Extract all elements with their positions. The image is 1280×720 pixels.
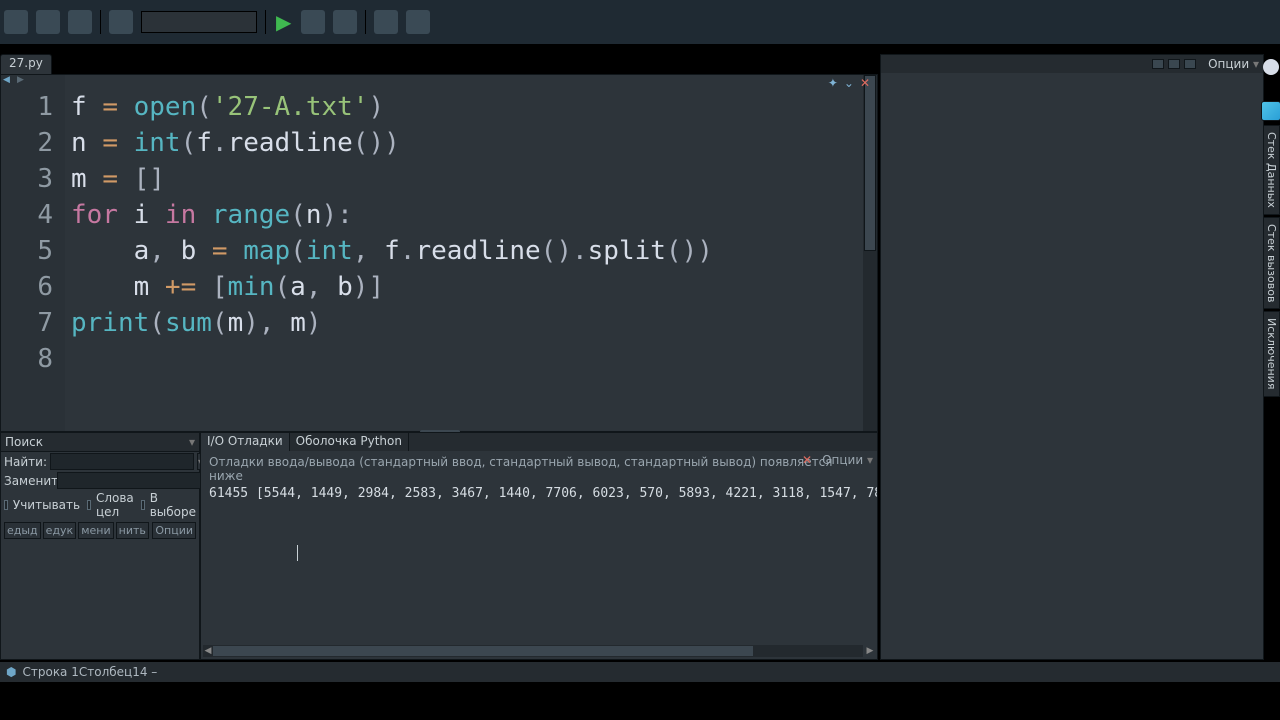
dock-layout-icon[interactable] [1152, 59, 1164, 69]
search-title-dropdown-icon[interactable] [185, 435, 195, 449]
line-number: 5 [1, 233, 65, 269]
tab-python-shell[interactable]: Оболочка Python [290, 433, 409, 451]
words-checkbox[interactable] [87, 500, 91, 510]
search-options-button[interactable]: Опции [152, 522, 196, 539]
tab-nav: ◀ ▶ [3, 74, 27, 86]
search-panel: Поиск Найти: ▾ Заменить: ▾ Учитывать Сло… [0, 432, 200, 660]
replace-button[interactable]: мени [78, 522, 113, 539]
line-number: 1 [1, 89, 65, 125]
line-number: 3 [1, 161, 65, 197]
close-icon[interactable]: ✕ [860, 76, 870, 90]
toolbar-button[interactable] [374, 10, 398, 34]
editor-vscrollbar[interactable] [863, 75, 877, 431]
scroll-left-icon[interactable]: ◀ [203, 645, 213, 657]
replace-input[interactable] [57, 472, 201, 489]
code-line[interactable]: m = [] [71, 161, 863, 197]
code-line[interactable]: print(sum(m), m) [71, 305, 863, 341]
run-icon[interactable]: ▶ [276, 10, 291, 34]
code-editor[interactable]: 12345678 f = open('27-A.txt')n = int(f.r… [0, 74, 878, 432]
output-caret [297, 545, 298, 561]
output-hscrollbar[interactable]: ◀ ▶ [203, 645, 863, 657]
toolbar-button[interactable] [301, 10, 325, 34]
chevron-down-icon[interactable]: ⌄ [844, 76, 854, 90]
output-clear-icon[interactable]: ✕ [802, 453, 812, 467]
replace-all-button[interactable]: нить [116, 522, 149, 539]
code-line[interactable]: f = open('27-A.txt') [71, 89, 863, 125]
pin-icon[interactable]: ✦ [828, 76, 838, 90]
toolbar-button[interactable] [406, 10, 430, 34]
code-line[interactable]: a, b = map(int, f.readline().split()) [71, 233, 863, 269]
vtab-call-stack[interactable]: Стек вызовов [1263, 217, 1280, 309]
scroll-right-icon[interactable]: ▶ [865, 645, 875, 657]
vtab-exceptions[interactable]: Исключения [1263, 311, 1280, 396]
find-label: Найти: [4, 455, 47, 469]
dock-layout-icon[interactable] [1168, 59, 1180, 69]
search-title: Поиск [5, 435, 43, 449]
code-line[interactable]: m += [min(a, b)] [71, 269, 863, 305]
vtab-data-stack[interactable]: Стек Данных [1263, 125, 1280, 215]
output-options-button[interactable]: Опции [822, 453, 873, 467]
output-line: 61455 [5544, 1449, 2984, 2583, 3467, 144… [201, 485, 877, 503]
line-gutter: 12345678 [1, 75, 65, 431]
toolbar-button[interactable] [109, 10, 133, 34]
line-number: 8 [1, 341, 65, 377]
words-label: Слова цел [96, 491, 134, 519]
status-bar: ⬢ Строка 1Столбец14 – [0, 662, 1280, 682]
toolbar-button[interactable] [68, 10, 92, 34]
code-line[interactable]: n = int(f.readline()) [71, 125, 863, 161]
find-prev-button[interactable]: едыд [4, 522, 41, 539]
insel-label: В выборе [150, 491, 196, 519]
find-input[interactable] [50, 453, 194, 470]
debug-icon[interactable]: ⬢ [6, 665, 16, 679]
line-number: 2 [1, 125, 65, 161]
code-area[interactable]: f = open('27-A.txt')n = int(f.readline()… [65, 75, 863, 431]
tab-prev-icon[interactable]: ◀ [3, 74, 13, 86]
find-next-button[interactable]: едук [43, 522, 77, 539]
toolbar-button[interactable] [36, 10, 60, 34]
insel-checkbox[interactable] [141, 500, 145, 510]
toolbar-button[interactable] [4, 10, 28, 34]
status-text: Строка 1Столбец14 – [22, 665, 157, 679]
dock-layout-icon[interactable] [1184, 59, 1196, 69]
case-label: Учитывать [13, 498, 80, 512]
line-number: 4 [1, 197, 65, 233]
right-options-button[interactable]: Опции [1208, 57, 1259, 71]
output-description: Отладки ввода/вывода (стандартный ввод, … [201, 451, 877, 485]
toolbar-button[interactable] [333, 10, 357, 34]
replace-label: Заменить: [4, 474, 54, 488]
file-tab[interactable]: 27.py [0, 54, 52, 74]
tab-debug-io[interactable]: I/O Отладки [201, 433, 290, 451]
code-line[interactable]: for i in range(n): [71, 197, 863, 233]
line-number: 6 [1, 269, 65, 305]
main-toolbar: ▶ [0, 0, 1280, 44]
code-line[interactable] [71, 341, 863, 377]
toolbar-combo[interactable] [141, 11, 257, 33]
output-panel: I/O Отладки Оболочка Python ✕ Опции Отла… [200, 432, 878, 660]
right-dock-panel: Опции Стек Данных Стек вызовов Исключени… [880, 54, 1264, 660]
line-number: 7 [1, 305, 65, 341]
tab-next-icon[interactable]: ▶ [17, 74, 27, 86]
case-checkbox[interactable] [4, 500, 8, 510]
